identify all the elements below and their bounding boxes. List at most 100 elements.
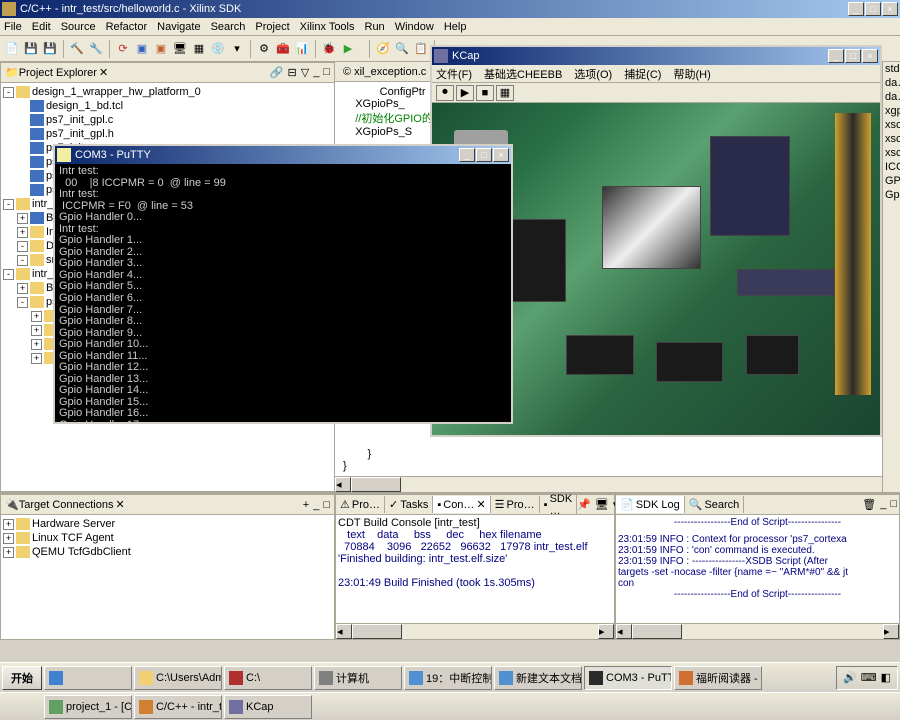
tree-toggle-icon[interactable]: + xyxy=(3,533,14,544)
close-button[interactable]: × xyxy=(882,2,898,16)
outline-item[interactable]: xgp xyxy=(883,104,900,118)
monitor-icon[interactable]: 🖥 xyxy=(172,41,188,57)
chip-icon[interactable]: ▦ xyxy=(191,41,207,57)
editor-tab[interactable]: © xil_exception.c xyxy=(335,64,435,80)
tree-toggle-icon[interactable]: - xyxy=(17,297,28,308)
wrench-icon[interactable]: 🔧 xyxy=(88,41,104,57)
taskbar-item[interactable]: COM3 - PuTTY xyxy=(584,666,672,690)
taskbar-item[interactable]: KCap xyxy=(224,695,312,719)
menu-run[interactable]: Run xyxy=(365,21,385,33)
project-explorer-tab[interactable]: 📁 Project Explorer ✕ 🔗 ⊟ ▽ _ □ xyxy=(1,63,334,83)
kcap-record-button[interactable]: ⏺ xyxy=(436,85,454,101)
kcap-titlebar[interactable]: KCap _ □ × xyxy=(432,47,880,65)
console-content[interactable]: CDT Build Console [intr_test] text data … xyxy=(336,515,614,623)
putty-terminal[interactable]: Intr test: 00 |8 ICCPMR = 0 @ line = 99I… xyxy=(55,164,511,422)
refresh-icon[interactable]: ⟳ xyxy=(115,41,131,57)
tree-toggle-icon[interactable]: + xyxy=(31,339,42,350)
outline-item[interactable]: std xyxy=(883,62,900,76)
outline-item[interactable]: ICC xyxy=(883,160,900,174)
tree-toggle-icon[interactable]: + xyxy=(31,311,42,322)
tray-icon[interactable]: 🔊 xyxy=(843,671,857,684)
link-icon[interactable]: 🔗 xyxy=(270,66,284,79)
tree-item[interactable]: design_1_bd.tcl xyxy=(3,99,332,113)
gear-icon[interactable]: ⚙ xyxy=(256,41,272,57)
sdk-log-content[interactable]: -----------------End of Script----------… xyxy=(616,515,899,623)
tree-toggle-icon[interactable]: - xyxy=(17,241,28,252)
tree-toggle-icon[interactable]: + xyxy=(17,213,28,224)
tree-toggle-icon[interactable]: + xyxy=(17,283,28,294)
outline-item[interactable]: xsc xyxy=(883,118,900,132)
sdk-log-tab[interactable]: 📄SDK Log xyxy=(616,496,685,513)
tree-item[interactable]: +Hardware Server xyxy=(3,517,332,531)
build-icon[interactable]: 🔨 xyxy=(69,41,85,57)
menu-refactor[interactable]: Refactor xyxy=(106,21,148,33)
menu-search[interactable]: Search xyxy=(211,21,246,33)
search-icon[interactable]: 🔍 xyxy=(394,41,410,57)
kcap-close-button[interactable]: × xyxy=(862,49,878,63)
tree-item[interactable]: +Linux TCF Agent xyxy=(3,531,332,545)
box-icon[interactable]: ▣ xyxy=(134,41,150,57)
minimize-view-icon[interactable]: _ xyxy=(313,499,319,511)
tree-toggle-icon[interactable]: - xyxy=(17,255,28,266)
outline-item[interactable]: da… xyxy=(883,90,900,104)
outline-item[interactable]: xsc xyxy=(883,132,900,146)
minimize-view-icon[interactable]: _ xyxy=(313,66,319,79)
target-tree[interactable]: +Hardware Server+Linux TCF Agent+QEMU Tc… xyxy=(1,515,334,639)
kcap-menu-help[interactable]: 帮助(H) xyxy=(673,66,710,82)
menu-navigate[interactable]: Navigate xyxy=(157,21,200,33)
save-all-icon[interactable]: 💾 xyxy=(42,41,58,57)
outline-strip[interactable]: stdda…da…xgpxscxscxscICCGPIOGpio xyxy=(882,62,900,492)
add-icon[interactable]: + xyxy=(303,499,309,511)
kcap-minimize-button[interactable]: _ xyxy=(828,49,844,63)
outline-item[interactable]: Gpio xyxy=(883,188,900,202)
tree-item[interactable]: +QEMU TcfGdbClient xyxy=(3,545,332,559)
tree-toggle-icon[interactable]: - xyxy=(3,87,14,98)
dropdown-icon[interactable]: ▾ xyxy=(229,41,245,57)
tray-icon[interactable]: ◧ xyxy=(881,671,891,684)
tree-toggle-icon[interactable]: + xyxy=(31,353,42,364)
menu-project[interactable]: Project xyxy=(255,21,289,33)
menu-edit[interactable]: Edit xyxy=(32,21,51,33)
kcap-play-button[interactable]: ▶ xyxy=(456,85,474,101)
properties-tab[interactable]: ☰Pro… xyxy=(491,496,540,513)
putty-titlebar[interactable]: COM3 - PuTTY _ □ × xyxy=(55,146,511,164)
console-scrollbar[interactable]: ◂▸ xyxy=(336,623,614,639)
minimize-view-icon[interactable]: _ xyxy=(880,498,886,511)
putty-minimize-button[interactable]: _ xyxy=(459,148,475,162)
kcap-menu-file[interactable]: 文件(F) xyxy=(436,66,472,82)
new-icon[interactable]: 📄 xyxy=(4,41,20,57)
bug-icon[interactable]: 🐞 xyxy=(321,41,337,57)
putty-window[interactable]: COM3 - PuTTY _ □ × Intr test: 00 |8 ICCP… xyxy=(53,144,513,424)
outline-item[interactable]: da… xyxy=(883,76,900,90)
kcap-menu-options[interactable]: 选项(O) xyxy=(574,66,612,82)
tree-item[interactable]: ps7_init_gpl.h xyxy=(3,127,332,141)
tree-toggle-icon[interactable]: + xyxy=(31,325,42,336)
disk-icon[interactable]: 💿 xyxy=(210,41,226,57)
tree-toggle-icon[interactable]: + xyxy=(3,547,14,558)
taskbar-item[interactable] xyxy=(44,666,132,690)
tree-toggle-icon[interactable]: + xyxy=(17,227,28,238)
tasks-tab[interactable]: ✓Tasks xyxy=(385,496,433,513)
console-tab[interactable]: ▪Con…✕ xyxy=(433,496,490,513)
menu-window[interactable]: Window xyxy=(395,21,434,33)
kcap-menu-basic[interactable]: 基础选CHEEBB xyxy=(484,66,562,82)
start-button[interactable]: 开始 xyxy=(2,666,42,690)
clear-icon[interactable]: 🗑 xyxy=(862,498,876,511)
taskbar-item[interactable]: C:\ xyxy=(224,666,312,690)
putty-close-button[interactable]: × xyxy=(493,148,509,162)
box2-icon[interactable]: ▣ xyxy=(153,41,169,57)
maximize-view-icon[interactable]: □ xyxy=(323,499,330,511)
putty-maximize-button[interactable]: □ xyxy=(476,148,492,162)
menu-file[interactable]: File xyxy=(4,21,22,33)
tree-item[interactable]: -design_1_wrapper_hw_platform_0 xyxy=(3,85,332,99)
tree-item[interactable]: ps7_init_gpl.c xyxy=(3,113,332,127)
outline-item[interactable]: GPIO xyxy=(883,174,900,188)
menu-source[interactable]: Source xyxy=(61,21,96,33)
kcap-menu-capture[interactable]: 捕捉(C) xyxy=(624,66,661,82)
tray-icon[interactable]: ⌨ xyxy=(861,671,877,684)
save-icon[interactable]: 💾 xyxy=(23,41,39,57)
outline-icon[interactable]: 📋 xyxy=(413,41,429,57)
search-tab[interactable]: 🔍Search xyxy=(685,496,745,513)
collapse-icon[interactable]: ⊟ xyxy=(288,66,297,79)
taskbar-item[interactable]: project_1 - [C:/… xyxy=(44,695,132,719)
